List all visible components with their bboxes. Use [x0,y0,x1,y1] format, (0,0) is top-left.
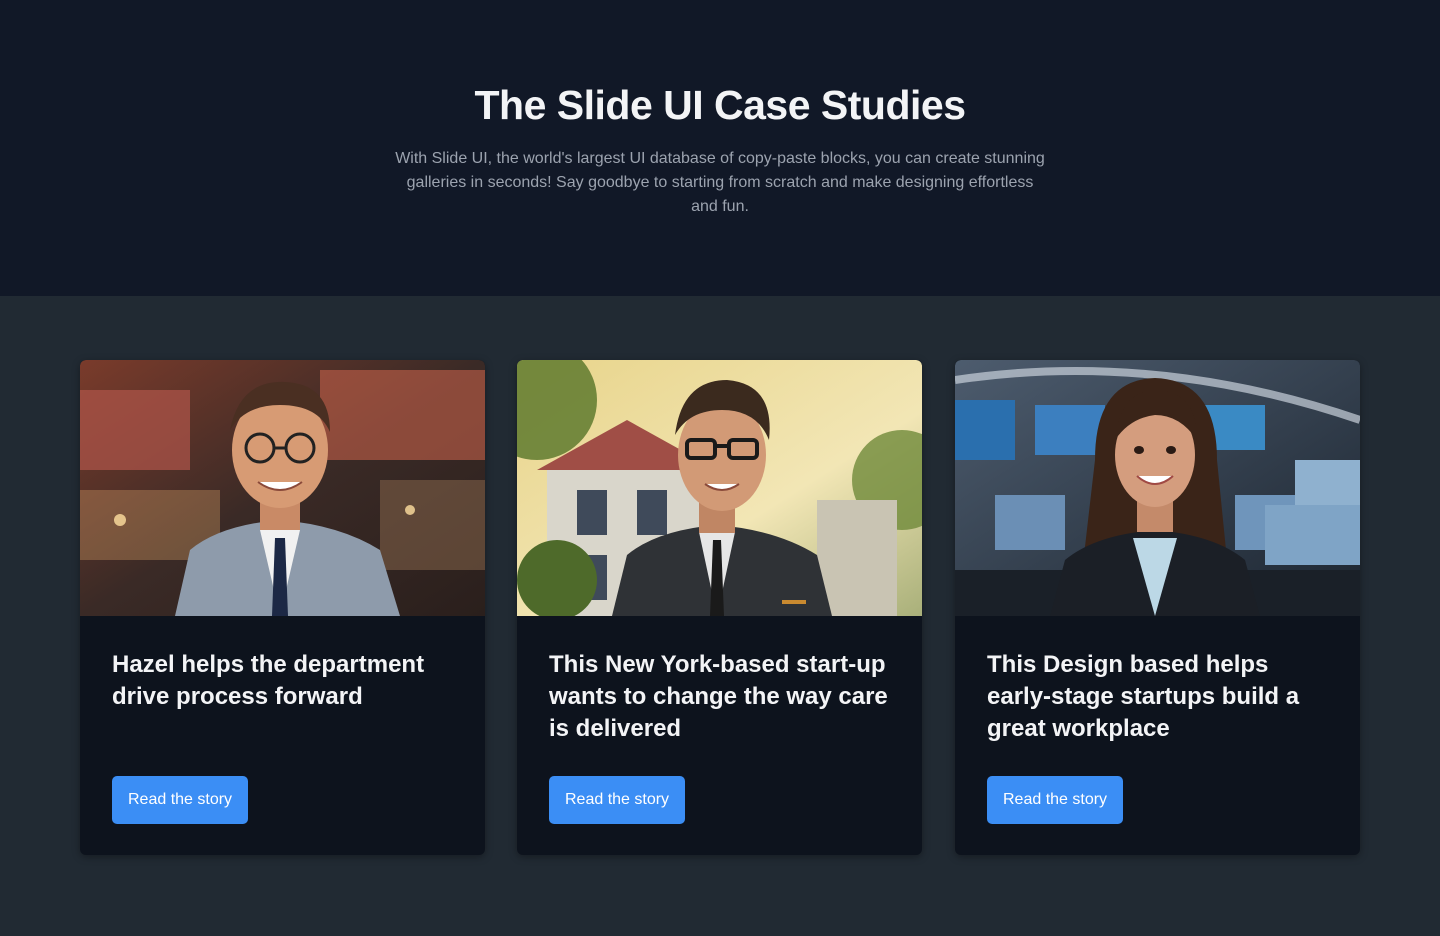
case-study-photo [517,360,922,616]
page-subtitle: With Slide UI, the world's largest UI da… [395,150,1045,215]
case-study-photo [80,360,485,616]
case-studies-grid: Hazel helps the department drive process… [0,296,1440,936]
read-story-button[interactable]: Read the story [112,776,249,824]
case-study-card: This New York-based start-up wants to ch… [517,360,922,855]
case-study-card: Hazel helps the department drive process… [80,360,485,855]
case-study-card: This Design based helps early-stage star… [955,360,1360,855]
read-story-button[interactable]: Read the story [987,776,1124,824]
case-study-title: This Design based helps early-stage star… [987,651,1300,742]
page-title: The Slide UI Case Studies [474,82,966,128]
read-story-button[interactable]: Read the story [549,776,686,824]
hero-section: The Slide UI Case Studies With Slide UI,… [0,0,1440,296]
case-study-title: Hazel helps the department drive process… [112,651,425,710]
case-study-photo [955,360,1360,616]
case-study-title: This New York-based start-up wants to ch… [549,651,888,742]
